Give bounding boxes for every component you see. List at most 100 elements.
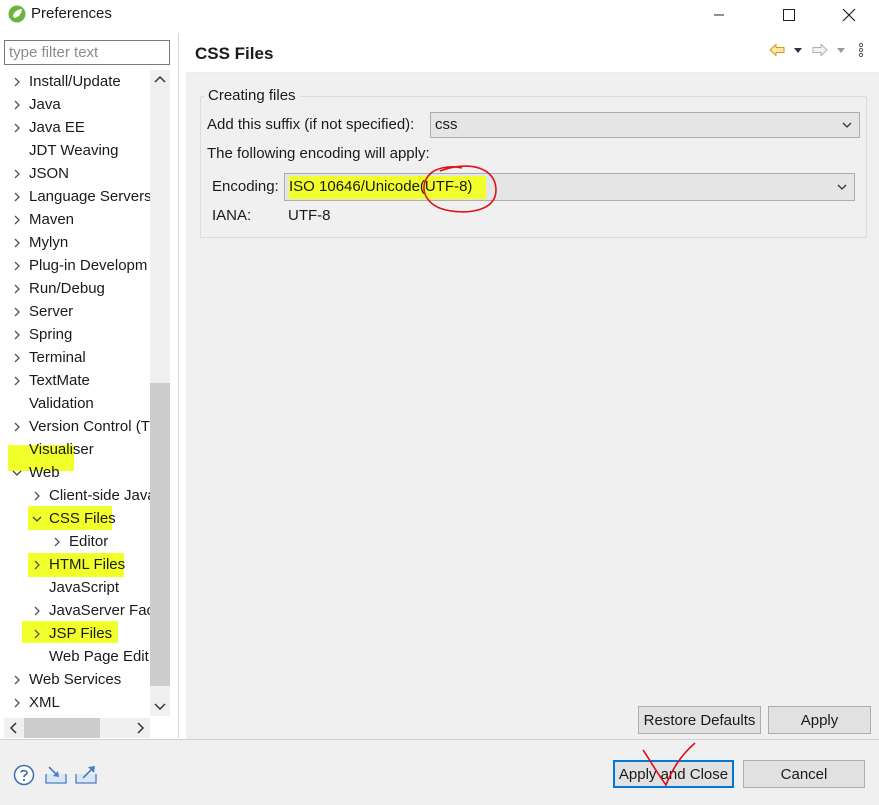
view-menu-icon[interactable] bbox=[856, 41, 866, 59]
chevron-right-icon[interactable] bbox=[10, 369, 24, 392]
scroll-left-arrow-icon[interactable] bbox=[4, 718, 24, 738]
tree-item[interactable]: Validation bbox=[4, 392, 150, 415]
tree-item[interactable]: Run/Debug bbox=[4, 277, 150, 300]
back-dropdown-icon[interactable] bbox=[792, 41, 804, 59]
import-icon[interactable] bbox=[44, 764, 68, 786]
tree-item[interactable]: XML bbox=[4, 691, 150, 714]
preferences-tree: Install/Update Java Java EE JDT Weaving JSON… bbox=[4, 70, 150, 716]
apply-and-close-button[interactable]: Apply and Close bbox=[613, 760, 734, 788]
chevron-right-icon[interactable] bbox=[10, 254, 24, 277]
tree-item-label: Run/Debug bbox=[29, 280, 105, 297]
chevron-right-icon[interactable] bbox=[30, 553, 44, 576]
tree-item[interactable]: Mylyn bbox=[4, 231, 150, 254]
restore-defaults-button[interactable]: Restore Defaults bbox=[638, 706, 761, 734]
tree-item[interactable]: Terminal bbox=[4, 346, 150, 369]
encoding-combo[interactable]: ISO 10646/Unicode(UTF-8) bbox=[284, 173, 855, 201]
chevron-right-icon[interactable] bbox=[30, 622, 44, 645]
tree-item[interactable]: Install/Update bbox=[4, 70, 150, 93]
tree-item[interactable]: Language Servers bbox=[4, 185, 150, 208]
group-title: Creating files bbox=[204, 87, 300, 105]
tree-item-label: Maven bbox=[29, 211, 75, 228]
chevron-right-icon[interactable] bbox=[10, 668, 24, 691]
tree-item[interactable]: Java EE bbox=[4, 116, 150, 139]
tree-item[interactable]: JavaScript bbox=[4, 576, 150, 599]
tree-item[interactable]: CSS Files bbox=[4, 507, 150, 530]
tree-item[interactable]: HTML Files bbox=[4, 553, 150, 576]
chevron-right-icon[interactable] bbox=[10, 691, 24, 714]
tree-item[interactable]: Plug-in Developm bbox=[4, 254, 150, 277]
tree-item[interactable]: Maven bbox=[4, 208, 150, 231]
suffix-combo[interactable]: css bbox=[430, 112, 860, 138]
tree-item-label: JDT Weaving bbox=[29, 142, 119, 159]
tree-item[interactable]: JDT Weaving bbox=[4, 139, 150, 162]
encoding-note: The following encoding will apply: bbox=[207, 145, 430, 162]
tree-item[interactable]: Spring bbox=[4, 323, 150, 346]
spring-leaf-icon bbox=[8, 5, 26, 23]
export-icon[interactable] bbox=[74, 764, 98, 786]
tree-vertical-scroll-thumb[interactable] bbox=[150, 383, 170, 686]
tree-item[interactable]: TextMate bbox=[4, 369, 150, 392]
tree-item[interactable]: Client-side Java bbox=[4, 484, 150, 507]
chevron-right-icon[interactable] bbox=[10, 70, 24, 93]
close-button[interactable] bbox=[826, 0, 872, 30]
filter-input[interactable] bbox=[4, 40, 170, 65]
tree-item-label: Spring bbox=[29, 326, 73, 343]
chevron-right-icon[interactable] bbox=[10, 208, 24, 231]
tree-item[interactable]: JSP Files bbox=[4, 622, 150, 645]
tree-item-label: XML bbox=[29, 694, 60, 711]
help-icon[interactable] bbox=[13, 764, 35, 786]
tree-item[interactable]: Web Page Edit bbox=[4, 645, 150, 668]
suffix-value: css bbox=[435, 116, 458, 133]
tree-item[interactable]: Web bbox=[4, 461, 150, 484]
forward-dropdown-icon[interactable] bbox=[835, 41, 847, 59]
chevron-right-icon[interactable] bbox=[10, 231, 24, 254]
back-arrow-icon[interactable] bbox=[769, 41, 785, 59]
chevron-right-icon[interactable] bbox=[30, 599, 44, 622]
encoding-value: ISO 10646/Unicode(UTF-8) bbox=[289, 176, 487, 199]
tree-item-label: Server bbox=[29, 303, 74, 320]
suffix-label: Add this suffix (if not specified): bbox=[207, 116, 415, 133]
tree-item[interactable]: Web Services bbox=[4, 668, 150, 691]
pane-divider[interactable] bbox=[178, 33, 179, 738]
tree-item-label: JavaScript bbox=[49, 579, 120, 596]
minimize-button[interactable] bbox=[696, 0, 742, 30]
tree-item[interactable]: Editor bbox=[4, 530, 150, 553]
chevron-right-icon[interactable] bbox=[30, 484, 44, 507]
scroll-up-arrow-icon[interactable] bbox=[150, 70, 170, 90]
chevron-down-icon bbox=[841, 113, 853, 137]
maximize-button[interactable] bbox=[766, 0, 812, 30]
chevron-right-icon[interactable] bbox=[10, 93, 24, 116]
tree-item-label: JavaServer Face bbox=[49, 602, 150, 619]
scroll-right-arrow-icon[interactable] bbox=[130, 718, 150, 738]
tree-item-label: Validation bbox=[29, 395, 94, 412]
chevron-right-icon[interactable] bbox=[10, 323, 24, 346]
scroll-down-arrow-icon[interactable] bbox=[150, 696, 170, 716]
chevron-down-icon[interactable] bbox=[30, 507, 44, 530]
tree-item[interactable]: Server bbox=[4, 300, 150, 323]
tree-item[interactable]: Visualiser bbox=[4, 438, 150, 461]
tree-item-label: CSS Files bbox=[49, 510, 116, 527]
page-title: CSS Files bbox=[195, 44, 274, 63]
tree-item-label: Client-side Java bbox=[49, 487, 150, 504]
chevron-right-icon[interactable] bbox=[10, 162, 24, 185]
chevron-down-icon[interactable] bbox=[10, 461, 24, 484]
title-bar bbox=[0, 0, 879, 30]
chevron-right-icon[interactable] bbox=[10, 415, 24, 438]
tree-item-label: Terminal bbox=[29, 349, 86, 366]
chevron-right-icon[interactable] bbox=[50, 530, 64, 553]
apply-button[interactable]: Apply bbox=[768, 706, 871, 734]
chevron-down-icon bbox=[836, 174, 848, 200]
tree-item[interactable]: JavaServer Face bbox=[4, 599, 150, 622]
tree-item[interactable]: Version Control (T bbox=[4, 415, 150, 438]
tree-item[interactable]: Java bbox=[4, 93, 150, 116]
chevron-right-icon[interactable] bbox=[10, 277, 24, 300]
chevron-right-icon[interactable] bbox=[10, 346, 24, 369]
tree-item[interactable]: JSON bbox=[4, 162, 150, 185]
chevron-right-icon[interactable] bbox=[10, 185, 24, 208]
chevron-right-icon[interactable] bbox=[10, 300, 24, 323]
window-title: Preferences bbox=[31, 5, 112, 22]
chevron-right-icon[interactable] bbox=[10, 116, 24, 139]
cancel-button[interactable]: Cancel bbox=[743, 760, 865, 788]
forward-arrow-icon[interactable] bbox=[812, 41, 828, 59]
tree-horizontal-scroll-thumb[interactable] bbox=[24, 718, 100, 738]
